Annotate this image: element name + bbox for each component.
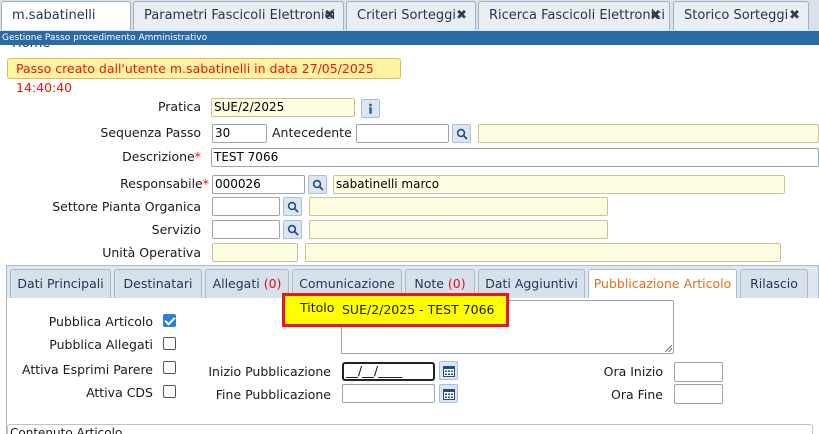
- antecedente-field[interactable]: [356, 124, 449, 143]
- antecedente-search-button[interactable]: [452, 124, 471, 143]
- close-icon[interactable]: ✖: [789, 2, 800, 30]
- pubblica-articolo-checkbox[interactable]: [163, 314, 176, 327]
- resize-handle[interactable]: [665, 345, 672, 352]
- tab-destinatari[interactable]: Destinatari: [114, 269, 202, 298]
- attiva-cds-label: Attiva CDS: [86, 385, 153, 400]
- count-badge: (0): [263, 276, 282, 291]
- required-mark: *: [202, 176, 209, 191]
- pratica-field[interactable]: SUE/2/2025: [211, 98, 355, 117]
- pratica-label: Pratica: [157, 99, 201, 114]
- unita-desc: [305, 243, 781, 262]
- settore-desc: [309, 197, 608, 216]
- pubblica-allegati-checkbox[interactable]: [163, 337, 176, 350]
- count-badge: (0): [447, 276, 466, 291]
- pubblica-allegati-label: Pubblica Allegati: [49, 337, 153, 352]
- tab-ricerca-fascicoli[interactable]: Ricerca Fascicoli Elettronici ✖: [478, 1, 670, 30]
- servizio-desc: [309, 220, 608, 239]
- ora-inizio-field[interactable]: [674, 362, 723, 382]
- fine-pubblicazione-label: Fine Pubblicazione: [215, 387, 331, 402]
- close-icon[interactable]: ✖: [456, 2, 467, 30]
- inizio-pubblicazione-label: Inizio Pubblicazione: [208, 364, 331, 379]
- info-button[interactable]: [361, 99, 380, 118]
- close-icon[interactable]: ✖: [324, 2, 335, 30]
- attiva-cds-checkbox[interactable]: [163, 385, 176, 398]
- titolo-highlight: Titolo SUE/2/2025 - TEST 7066: [282, 293, 509, 327]
- servizio-code-field[interactable]: [212, 220, 280, 239]
- search-icon: [287, 224, 299, 236]
- ora-fine-field[interactable]: [674, 384, 723, 404]
- responsabile-label: Responsabile*: [120, 176, 209, 191]
- tab-dati-principali[interactable]: Dati Principali: [10, 269, 111, 298]
- tab-parametri-fascicoli[interactable]: Parametri Fascicoli Elettronici ✖: [133, 1, 344, 30]
- antecedente-label: Antecedente: [272, 125, 352, 140]
- contenuto-articolo-fieldset: Contenuto Articolo: [7, 424, 813, 434]
- tab-allegati[interactable]: Allegati (0): [205, 269, 289, 298]
- fine-calendar-button[interactable]: [439, 384, 458, 403]
- titolo-value: SUE/2/2025 - TEST 7066: [342, 302, 495, 317]
- descrizione-label: Descrizione*: [122, 149, 201, 164]
- pubblica-articolo-label: Pubblica Articolo: [48, 314, 153, 329]
- sequenza-label: Sequenza Passo: [100, 125, 201, 140]
- responsabile-code-field[interactable]: 000026: [212, 175, 305, 194]
- responsabile-search-button[interactable]: [308, 175, 327, 194]
- tab-label: Parametri Fascicoli Elettronici: [144, 8, 336, 23]
- tab-pubblicazione-articolo[interactable]: Pubblicazione Articolo: [588, 269, 737, 299]
- tab-rilascio[interactable]: Rilascio: [740, 269, 808, 298]
- antecedente-desc: [478, 124, 819, 143]
- calendar-icon: [442, 365, 455, 377]
- sequenza-field[interactable]: 30: [212, 124, 267, 143]
- attiva-esprimi-checkbox[interactable]: [163, 361, 176, 374]
- ora-fine-label: Ora Fine: [611, 387, 663, 402]
- info-icon: [369, 103, 372, 114]
- unita-label: Unità Operativa: [102, 245, 201, 260]
- tab-label: Ricerca Fascicoli Elettronici: [489, 8, 665, 23]
- descrizione-field[interactable]: TEST 7066: [211, 148, 819, 167]
- close-icon[interactable]: ✖: [650, 2, 661, 30]
- settore-code-field[interactable]: [212, 197, 280, 216]
- contenuto-articolo-label: Contenuto Articolo: [10, 426, 123, 434]
- search-icon: [312, 179, 324, 191]
- servizio-label: Servizio: [151, 222, 201, 237]
- unita-code-field[interactable]: [212, 243, 298, 262]
- settore-label: Settore Pianta Organica: [52, 199, 201, 214]
- titolo-label: Titolo: [300, 300, 335, 315]
- top-tab-bar: m.sabatinelli Home Parametri Fascicoli E…: [0, 0, 819, 51]
- window-title: Gestione Passo procedimento Amministrati…: [0, 31, 819, 45]
- tab-label: Storico Sorteggi: [684, 8, 789, 23]
- inizio-calendar-button[interactable]: [439, 361, 458, 380]
- search-icon: [287, 201, 299, 213]
- search-icon: [456, 128, 468, 140]
- settore-search-button[interactable]: [283, 197, 302, 216]
- responsabile-name: sabatinelli marco: [333, 175, 785, 194]
- fine-pubblicazione-field[interactable]: [342, 384, 435, 403]
- attiva-esprimi-label: Attiva Esprimi Parere: [22, 362, 153, 377]
- tab-criteri-sorteggi[interactable]: Criteri Sorteggi ✖: [346, 1, 476, 30]
- tab-label: Criteri Sorteggi: [357, 8, 456, 23]
- ora-inizio-label: Ora Inizio: [603, 364, 663, 379]
- required-mark: *: [194, 149, 201, 164]
- tab-home[interactable]: m.sabatinelli Home: [1, 1, 131, 51]
- calendar-icon: [442, 388, 455, 400]
- tab-storico-sorteggi[interactable]: Storico Sorteggi ✖: [673, 1, 809, 30]
- status-banner: Passo creato dall'utente m.sabatinelli i…: [7, 58, 401, 95]
- inizio-pubblicazione-field[interactable]: __/__/____: [342, 362, 435, 381]
- servizio-search-button[interactable]: [283, 220, 302, 239]
